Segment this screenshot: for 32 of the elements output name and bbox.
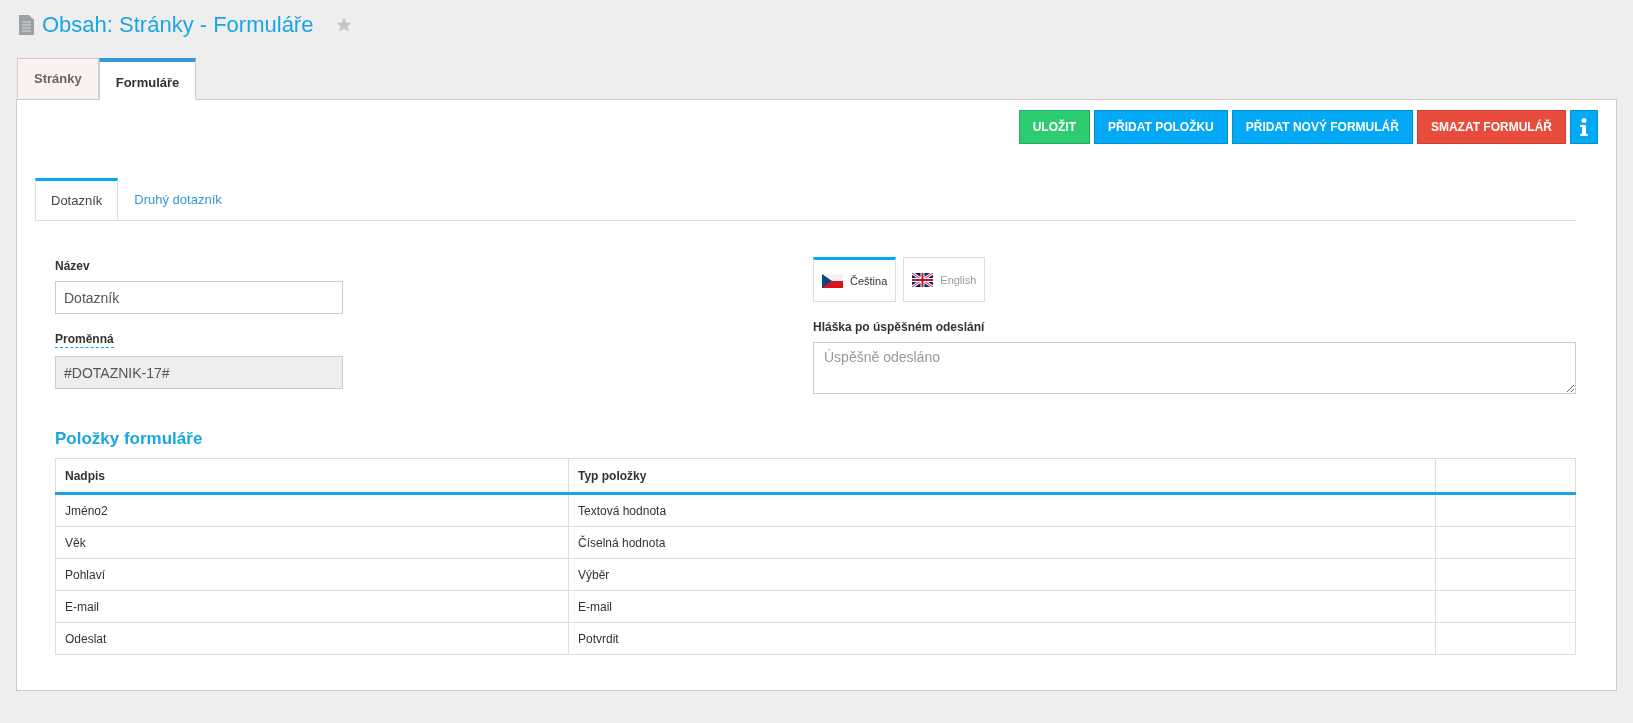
table-cell: Odeslat (55, 622, 569, 655)
table-cell: Jméno2 (55, 493, 569, 527)
table-cell: E-mail (55, 590, 569, 623)
table-cell: Textová hodnota (568, 493, 1436, 527)
info-button[interactable] (1570, 110, 1598, 144)
section-title: Položky formuláře (55, 429, 203, 449)
column-header: Typ položky (568, 458, 1436, 494)
field-label: Proměnná (55, 332, 114, 348)
table-cell: Pohlaví (55, 558, 569, 591)
page-title: Obsah: Stránky - Formuláře (42, 12, 314, 38)
tab[interactable]: Formuláře (98, 58, 197, 100)
toolbar-button[interactable]: SMAZAT FORMULÁŘ (1416, 110, 1566, 144)
document-icon (18, 15, 34, 35)
table-cell: Potvrdit (568, 622, 1436, 655)
table-cell: E-mail (568, 590, 1436, 623)
name-field[interactable]: Dotazník (55, 281, 343, 314)
info-icon (1580, 118, 1588, 136)
form-tab[interactable]: Dotazník (35, 178, 119, 220)
message-field[interactable]: Úspěšně odesláno (813, 342, 1576, 394)
table-cell: Výběr (568, 558, 1436, 591)
form-tab[interactable]: Druhý dotazník (118, 178, 238, 220)
star-icon[interactable] (335, 16, 354, 34)
uk-flag-icon (912, 272, 934, 287)
czech-flag-icon (822, 273, 843, 288)
table-cell: Číselná hodnota (568, 526, 1436, 559)
field-label: Hláška po úspěšném odeslání (813, 320, 985, 334)
language-tab[interactable]: Čeština (813, 257, 897, 302)
tab[interactable]: Stránky (17, 58, 99, 98)
column-header: Nadpis (55, 458, 569, 494)
language-tab[interactable]: English (903, 257, 986, 302)
table-cell: Věk (55, 526, 569, 559)
field-label: Název (55, 259, 90, 273)
